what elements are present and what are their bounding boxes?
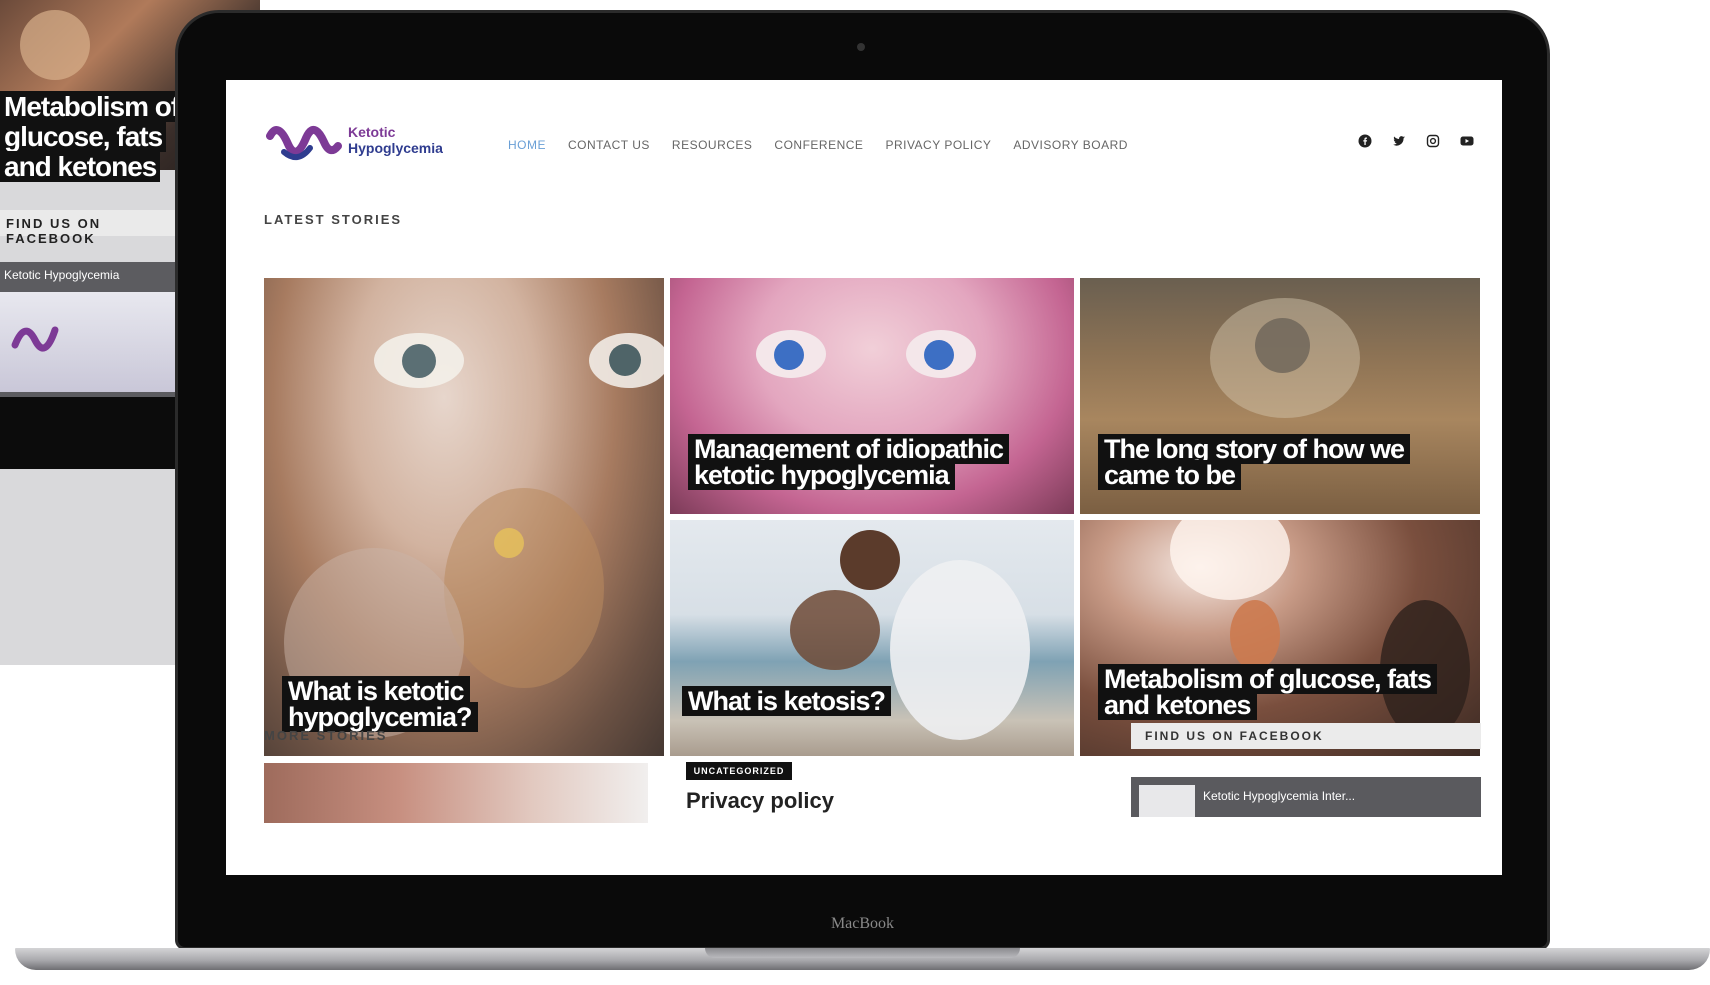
twitter-icon[interactable] bbox=[1390, 134, 1408, 152]
laptop-screen: Ketotic Hypoglycemia HOME CONTACT US RES… bbox=[226, 80, 1502, 875]
background-facebook-label: FIND US ON FACEBOOK bbox=[0, 210, 180, 246]
background-facebook-page-name: Ketotic Hypoglycemia bbox=[4, 268, 120, 282]
laptop-camera bbox=[857, 43, 865, 51]
nav-resources[interactable]: RESOURCES bbox=[672, 138, 753, 152]
story-title: What is ketotic hypoglycemia? bbox=[282, 676, 582, 732]
category-badge[interactable]: UNCATEGORIZED bbox=[686, 762, 792, 780]
main-nav: HOME CONTACT US RESOURCES CONFERENCE PRI… bbox=[508, 138, 1128, 152]
story-card[interactable]: What is ketosis? bbox=[670, 520, 1074, 756]
social-links bbox=[1356, 134, 1476, 152]
instagram-icon[interactable] bbox=[1424, 134, 1442, 152]
nav-conference[interactable]: CONFERENCE bbox=[774, 138, 863, 152]
story-title: What is ketosis? bbox=[682, 686, 1042, 716]
latest-stories-label: LATEST STORIES bbox=[264, 212, 403, 227]
site-header: Ketotic Hypoglycemia HOME CONTACT US RES… bbox=[226, 80, 1502, 190]
latest-stories-grid: What is ketotic hypoglycemia? Management… bbox=[264, 278, 1480, 756]
story-card[interactable]: Metabolism of glucose, fats and ketones bbox=[1080, 520, 1480, 756]
laptop-brand-label: MacBook bbox=[830, 915, 895, 932]
nav-home[interactable]: HOME bbox=[508, 138, 546, 152]
story-card[interactable]: Management of idiopathic ketotic hypogly… bbox=[670, 278, 1074, 514]
logo-line2: Hypoglycemia bbox=[348, 140, 443, 156]
facebook-icon[interactable] bbox=[1356, 134, 1374, 152]
more-stories-label: MORE STORIES bbox=[264, 728, 388, 743]
logo-line1: Ketotic bbox=[348, 124, 396, 140]
background-facebook-cover bbox=[0, 292, 180, 392]
logo-text: Ketotic Hypoglycemia bbox=[348, 124, 443, 156]
facebook-page-name[interactable]: Ketotic Hypoglycemia Inter... bbox=[1203, 789, 1355, 803]
site-logo[interactable]: Ketotic Hypoglycemia bbox=[264, 116, 484, 176]
background-hero-title: Metabolism of glucose, fats and ketones bbox=[0, 91, 190, 182]
story-card[interactable]: The long story of how we came to be bbox=[1080, 278, 1480, 514]
story-title: The long story of how we came to be bbox=[1098, 434, 1458, 490]
more-story-thumbnail[interactable] bbox=[264, 763, 648, 823]
background-logo-icon bbox=[11, 326, 59, 352]
facebook-widget[interactable]: Ketotic Hypoglycemia Inter... bbox=[1131, 777, 1481, 817]
facebook-page-avatar bbox=[1139, 785, 1195, 817]
story-title: Management of idiopathic ketotic hypogly… bbox=[688, 434, 1068, 490]
background-facebook-widget: Ketotic Hypoglycemia bbox=[0, 262, 180, 397]
logo-mark-icon bbox=[266, 126, 342, 161]
nav-privacy-policy[interactable]: PRIVACY POLICY bbox=[885, 138, 991, 152]
laptop-notch bbox=[705, 948, 1020, 958]
story-title: Metabolism of glucose, fats and ketones bbox=[1098, 664, 1458, 720]
nav-contact-us[interactable]: CONTACT US bbox=[568, 138, 650, 152]
story-card[interactable]: What is ketotic hypoglycemia? bbox=[264, 278, 664, 756]
nav-advisory-board[interactable]: ADVISORY BOARD bbox=[1013, 138, 1128, 152]
more-story-title[interactable]: Privacy policy bbox=[686, 788, 834, 814]
facebook-widget-label: FIND US ON FACEBOOK bbox=[1131, 723, 1481, 749]
youtube-icon[interactable] bbox=[1458, 134, 1476, 152]
